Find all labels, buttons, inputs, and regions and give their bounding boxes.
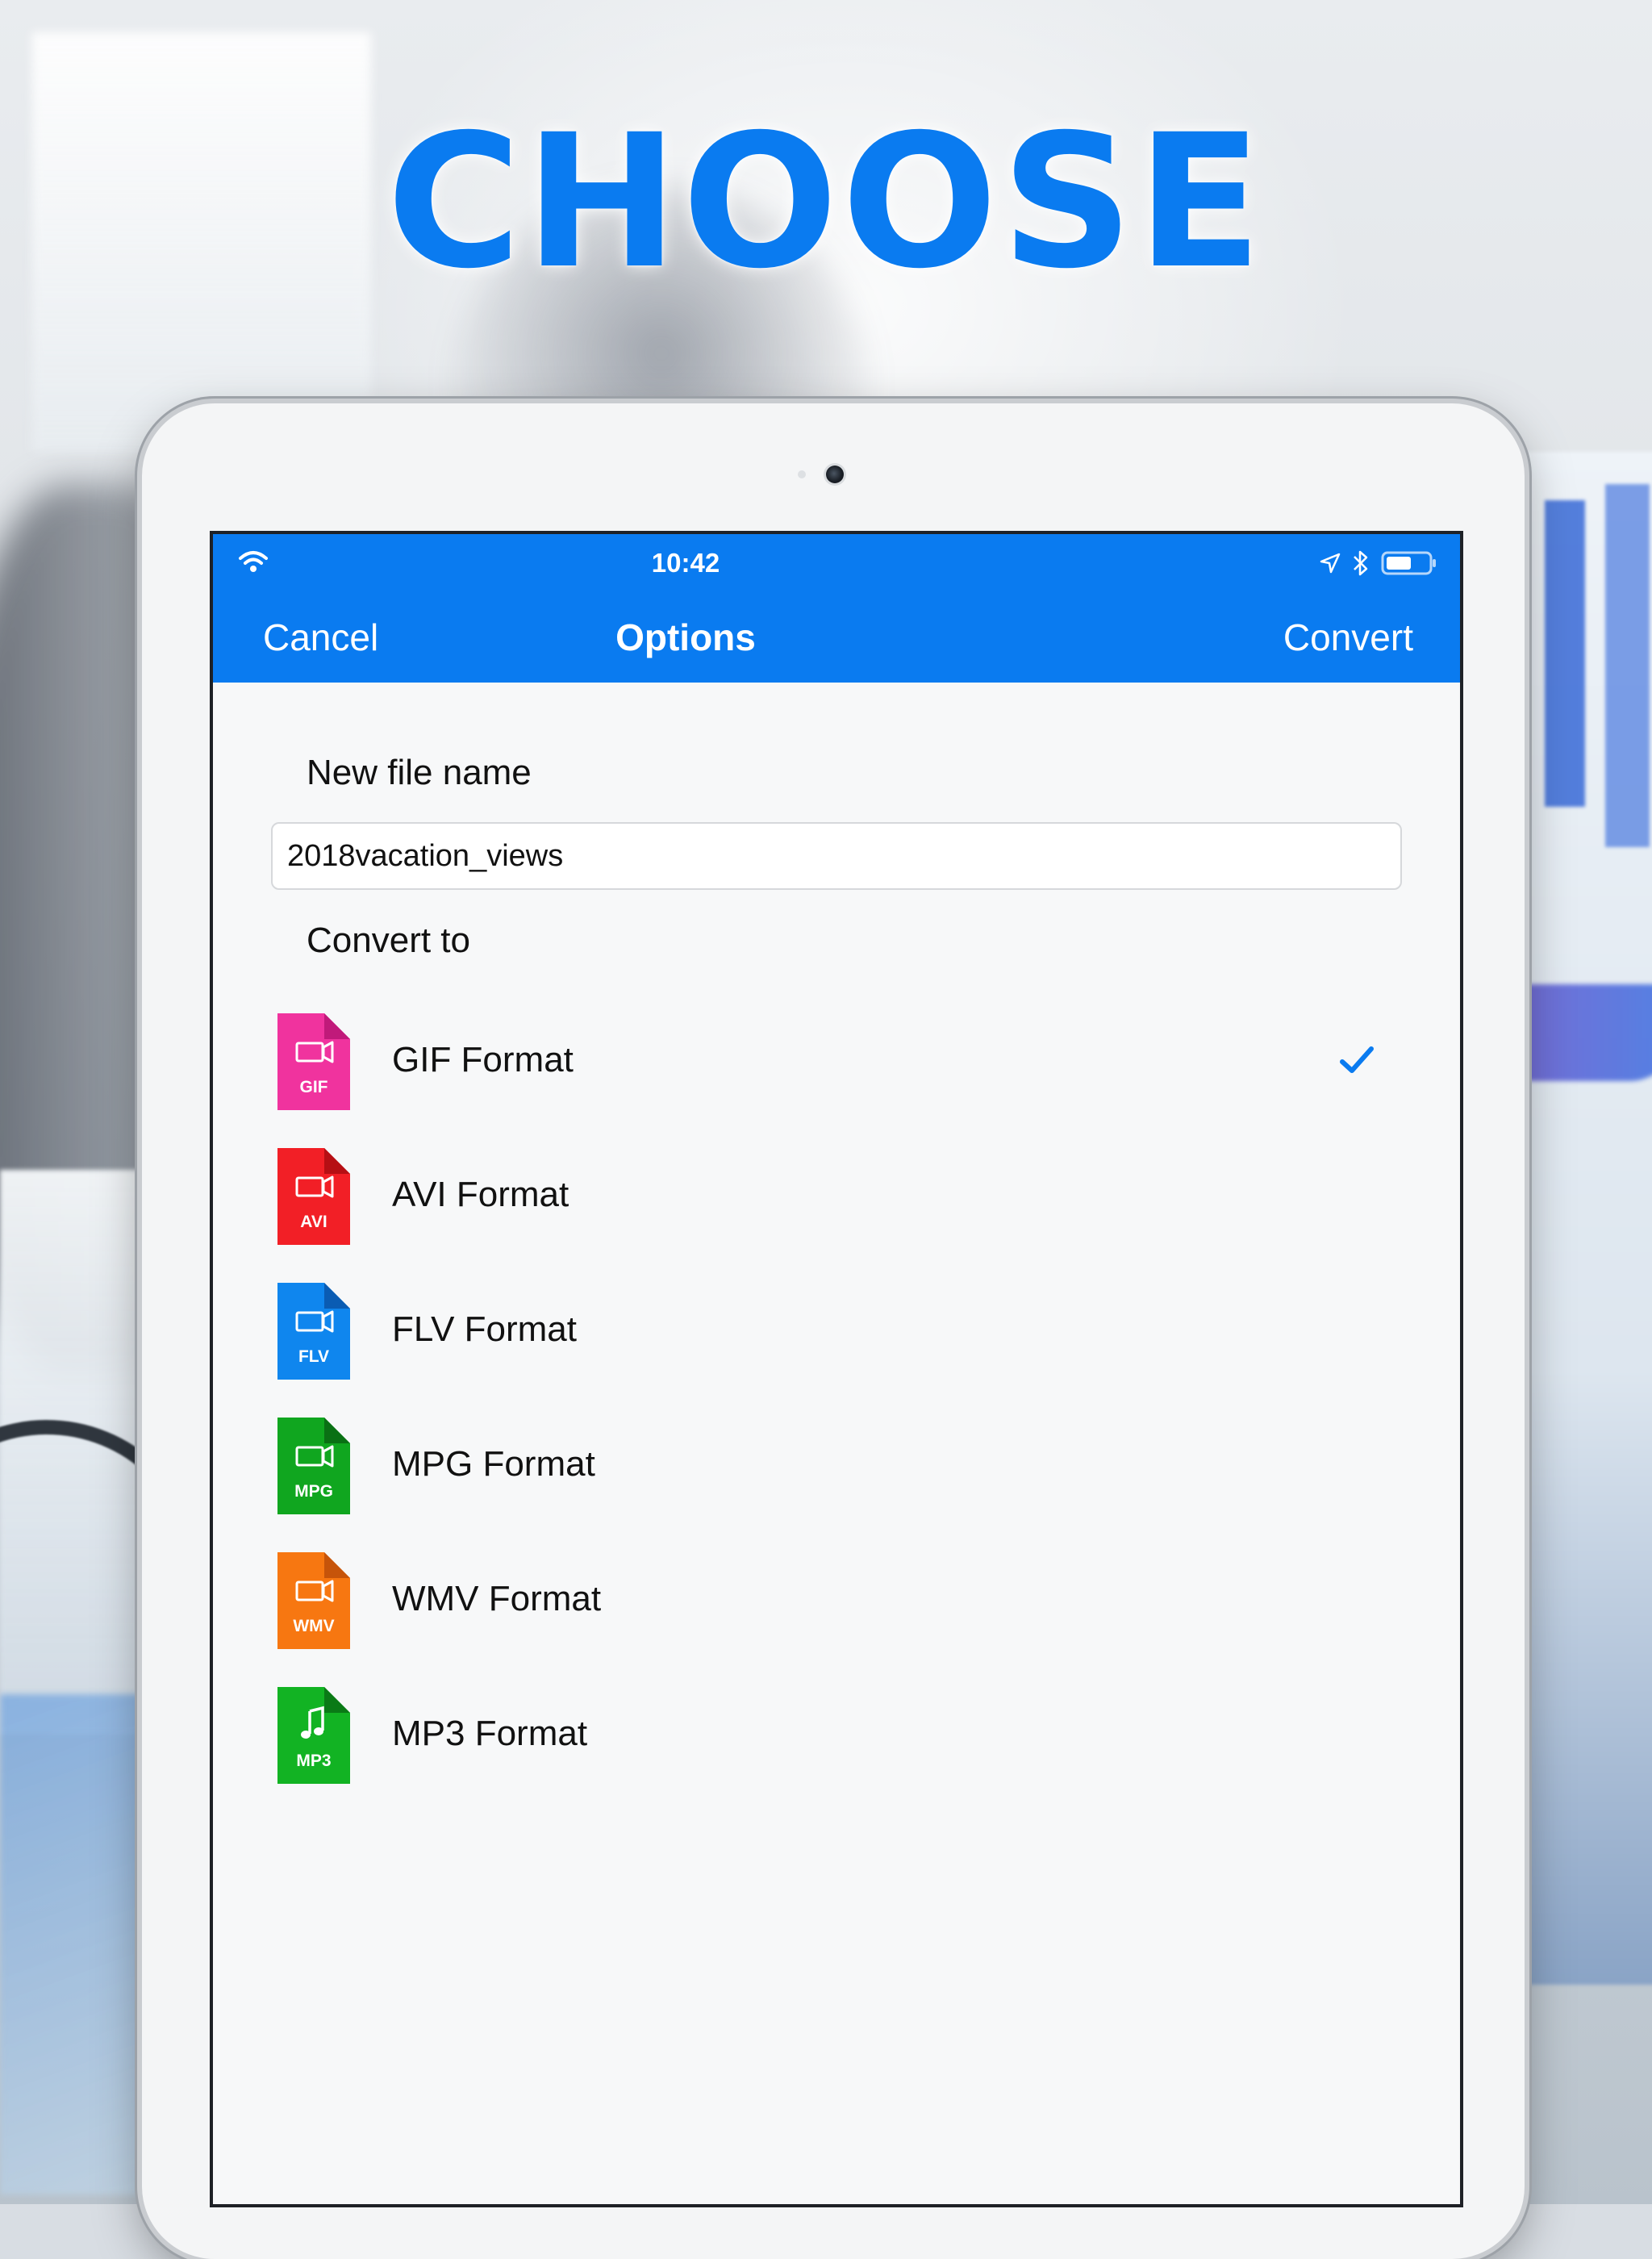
background-wave-right <box>1516 984 1652 1081</box>
format-label: MPG Format <box>392 1444 595 1484</box>
format-label: AVI Format <box>392 1175 569 1214</box>
battery-icon <box>1381 551 1436 575</box>
status-time: 10:42 <box>651 548 720 578</box>
page-title: Options <box>615 616 756 658</box>
file-icon-label: AVI <box>300 1213 327 1231</box>
format-row[interactable]: WMV WMV Format <box>213 1541 1460 1676</box>
file-icon-label: FLV <box>298 1347 329 1366</box>
video-file-icon: AVI <box>277 1148 350 1245</box>
bluetooth-icon <box>1354 550 1368 576</box>
format-label: GIF Format <box>392 1040 574 1079</box>
headline: CHOOSE <box>386 94 1266 309</box>
music-file-icon: MP3 <box>277 1687 350 1784</box>
video-file-icon: GIF <box>277 1013 350 1110</box>
video-file-icon: WMV <box>277 1552 350 1649</box>
format-row[interactable]: MPG MPG Format <box>213 1406 1460 1541</box>
convert-to-label: Convert to <box>307 921 470 960</box>
format-row[interactable]: AVI AVI Format <box>213 1137 1460 1271</box>
front-sensor <box>798 470 806 478</box>
navigation-bar: 10:42 Cancel Options Convert <box>213 534 1460 683</box>
convert-button[interactable]: Convert <box>1283 613 1413 662</box>
background-bar-right <box>1545 500 1585 807</box>
format-row[interactable]: GIF GIF Format <box>213 1002 1460 1137</box>
file-icon-label: WMV <box>293 1617 334 1635</box>
format-label: MP3 Format <box>392 1714 588 1753</box>
file-icon-label: MPG <box>294 1482 333 1501</box>
video-file-icon: MPG <box>277 1418 350 1514</box>
file-icon-label: MP3 <box>296 1752 331 1770</box>
file-name-input[interactable] <box>271 822 1402 890</box>
video-file-icon: FLV <box>277 1283 350 1380</box>
format-row[interactable]: FLV FLV Format <box>213 1271 1460 1406</box>
format-label: FLV Format <box>392 1309 578 1349</box>
format-label: WMV Format <box>392 1579 602 1618</box>
app-screen: 10:42 Cancel Options Convert New file na… <box>213 534 1460 2204</box>
format-row[interactable]: MP3 MP3 Format <box>213 1676 1460 1810</box>
location-arrow-icon <box>1320 553 1341 574</box>
file-name-label: New file name <box>307 753 532 792</box>
status-icons <box>1320 547 1437 579</box>
file-icon-label: GIF <box>300 1078 328 1096</box>
background-bar-right-2 <box>1605 484 1650 847</box>
front-camera <box>826 466 844 483</box>
checkmark-icon <box>1340 1046 1374 1073</box>
